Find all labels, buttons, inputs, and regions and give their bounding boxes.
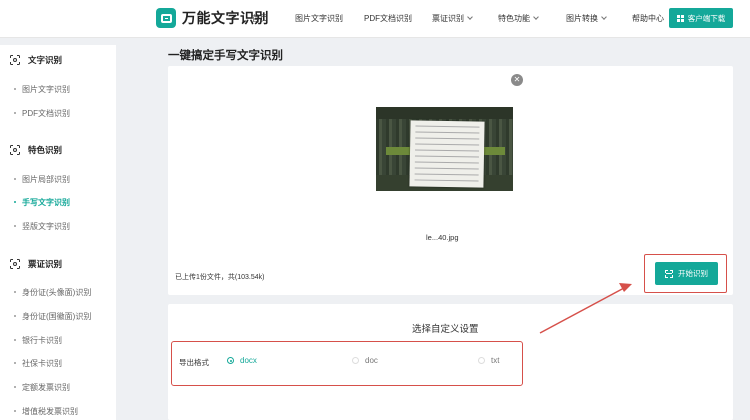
nav-home[interactable]: 首页 [252,13,268,24]
windows-icon [676,14,684,22]
scan-icon [10,259,20,269]
chevron-down-icon [533,14,539,20]
sidebar-section-text-ocr: 文字识别 [10,54,62,66]
sidebar-item-pdf-ocr[interactable]: PDF文档识别 [14,108,70,119]
format-option-docx[interactable]: docx [227,356,257,365]
nav-featured[interactable]: 特色功能 [498,13,539,24]
nav-pdf-ocr[interactable]: PDF文档识别 [364,13,412,24]
scan-icon [10,145,20,155]
chevron-down-icon [467,14,473,20]
sidebar-item-partial-ocr[interactable]: 图片局部识别 [14,174,70,185]
uploaded-image-thumbnail [376,107,513,191]
sidebar-item-quota-invoice[interactable]: 定额发票识别 [14,382,70,393]
top-header: 万能文字识别 首页 图片文字识别 PDF文档识别 票证识别 特色功能 图片转换 … [0,0,750,38]
nav-help[interactable]: 帮助中心 [632,13,664,24]
start-recognition-button[interactable]: 开始识别 [655,262,718,285]
sidebar-item-id-back[interactable]: 身份证(国徽面)识别 [14,311,91,322]
logo-icon [156,8,176,28]
upload-count-text: 已上传1份文件，共(103.54k) [175,274,265,281]
sidebar-item-bank-card[interactable]: 银行卡识别 [14,335,62,346]
export-format-highlight [171,341,523,386]
format-option-txt[interactable]: txt [478,356,499,365]
sidebar-section-featured: 特色识别 [10,144,62,156]
export-format-label: 导出格式 [179,358,209,367]
nav-image-convert[interactable]: 图片转换 [566,13,607,24]
nav-image-ocr[interactable]: 图片文字识别 [295,13,343,24]
scan-icon [10,55,20,65]
radio-icon [478,357,485,364]
file-name: le...40.jpg [426,233,459,242]
settings-title: 选择自定义设置 [412,324,479,335]
sidebar-section-ticket: 票证识别 [10,258,62,270]
scan-icon [665,269,673,278]
sidebar-item-social-card[interactable]: 社保卡识别 [14,358,62,369]
nav-ticket-ocr[interactable]: 票证识别 [432,13,473,24]
sidebar-item-vat-invoice[interactable]: 增值税发票识别 [14,406,78,417]
client-download-button[interactable]: 客户端下载 [669,8,733,28]
radio-icon [352,357,359,364]
page-title: 一键搞定手写文字识别 [168,50,283,62]
sidebar-item-handwriting-ocr[interactable]: 手写文字识别 [14,197,70,208]
close-icon[interactable]: ✕ [511,74,523,86]
sidebar-item-vertical-ocr[interactable]: 竖版文字识别 [14,221,70,232]
sidebar-item-image-ocr[interactable]: 图片文字识别 [14,84,70,95]
format-option-doc[interactable]: doc [352,356,378,365]
radio-checked-icon [227,357,234,364]
sidebar-item-id-front[interactable]: 身份证(头像面)识别 [14,287,91,298]
chevron-down-icon [601,14,607,20]
